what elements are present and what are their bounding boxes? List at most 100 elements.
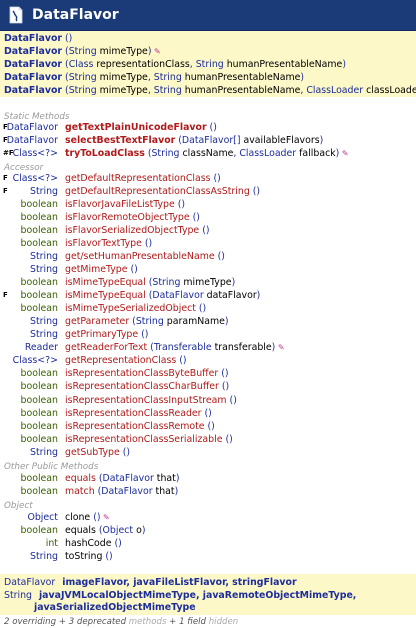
return-type: boolean <box>20 303 58 315</box>
method-params: () <box>90 512 101 523</box>
method-row[interactable]: boolean isRepresentationClassByteBuffer (… <box>0 367 416 380</box>
method-signature: isRepresentationClassCharBuffer () <box>65 380 229 393</box>
return-type: boolean <box>20 486 58 497</box>
method-signature: getTextPlainUnicodeFlavor () <box>65 121 217 134</box>
constructor-row[interactable]: DataFlavor (String mimeType) ✎ <box>4 45 161 58</box>
method-row[interactable]: boolean isMimeTypeEqual (DataFlavor dataF… <box>0 289 416 302</box>
separator: + <box>56 617 69 627</box>
method-name: hashCode <box>65 538 112 549</box>
field-row-dataflavor[interactable]: DataFlavor imageFlavor, javaFileListFlav… <box>4 576 297 589</box>
method-signature: getParameter (String paramName) <box>65 315 229 328</box>
method-row[interactable]: boolean isRepresentationClassInputStream … <box>0 394 416 407</box>
class-file-icon <box>9 6 23 24</box>
method-row[interactable]: DataFlavor getTextPlainUnicodeFlavor () <box>0 121 416 134</box>
method-row[interactable]: boolean isFlavorTextType () <box>0 237 416 250</box>
field-row-string-cont[interactable]: javaSerializedObjectMimeType <box>34 601 196 614</box>
method-params: (DataFlavor that) <box>94 486 179 497</box>
method-row[interactable]: String getSubType () <box>0 446 416 459</box>
method-row[interactable]: Reader getReaderForText (Transferable tra… <box>0 341 416 354</box>
method-params: () <box>201 407 212 419</box>
method-params: (Transferable transferable) <box>147 342 276 354</box>
method-row[interactable]: Class<?> getRepresentationClass () <box>0 354 416 367</box>
constructor-params: (Class representationClass, String human… <box>62 59 346 70</box>
method-signature: isRepresentationClassByteBuffer () <box>65 367 229 380</box>
method-params: () <box>195 303 207 315</box>
method-row[interactable]: boolean isRepresentationClassReader () <box>0 407 416 420</box>
method-row[interactable]: String get/setHumanPresentableName () <box>0 250 416 263</box>
method-name: isRepresentationClassInputStream <box>65 394 227 406</box>
method-row[interactable]: int hashCode () <box>0 537 416 550</box>
overriding-count: 2 overriding <box>4 617 57 627</box>
method-params: () <box>111 538 122 549</box>
method-signature: isRepresentationClassInputStream () <box>65 394 237 407</box>
method-params: (String mimeType) <box>145 277 236 289</box>
hidden-members-summary[interactable]: 2 overriding + 3 deprecated methods + 1 … <box>4 616 238 628</box>
method-name: equals <box>65 473 96 484</box>
return-type: boolean <box>20 238 58 250</box>
method-name: isMimeTypeSerializedObject <box>65 303 196 315</box>
method-row[interactable]: boolean isMimeTypeEqual (String mimeType) <box>0 276 416 289</box>
methods-word: methods <box>126 617 167 627</box>
return-type: String <box>30 264 58 276</box>
method-signature: isFlavorRemoteObjectType () <box>65 211 200 224</box>
method-signature: getDefaultRepresentationClass () <box>65 172 221 185</box>
return-type: int <box>45 538 58 549</box>
method-row[interactable]: boolean equals (DataFlavor that) <box>0 472 416 485</box>
method-row[interactable]: boolean isFlavorRemoteObjectType () <box>0 211 416 224</box>
method-row[interactable]: DataFlavor selectBestTextFlavor (DataFlav… <box>0 134 416 147</box>
return-type: String <box>30 446 58 458</box>
edit-icon: ✎ <box>275 343 285 353</box>
method-name: getTextPlainUnicodeFlavor <box>65 122 207 133</box>
method-row[interactable]: boolean isRepresentationClassCharBuffer (… <box>0 380 416 393</box>
method-row[interactable]: Class<?> getDefaultRepresentationClass () <box>0 172 416 185</box>
field-type: String <box>4 590 32 601</box>
method-name: isFlavorRemoteObjectType <box>65 212 190 224</box>
edit-icon: ✎ <box>100 513 110 522</box>
constructor-row[interactable]: DataFlavor (Class representationClass, S… <box>4 58 346 71</box>
method-row[interactable]: String getPrimaryType () <box>0 328 416 341</box>
hidden-word: hidden <box>206 617 239 627</box>
method-params: () <box>138 329 149 341</box>
method-row[interactable]: String getParameter (String paramName) <box>0 315 416 328</box>
method-row[interactable]: Class<?> tryToLoadClass (String className… <box>0 147 416 160</box>
constructor-row[interactable]: DataFlavor (String mimeType, String huma… <box>4 71 304 84</box>
method-signature: match (DataFlavor that) <box>65 485 178 498</box>
method-row[interactable]: boolean isFlavorSerializedObjectType () <box>0 224 416 237</box>
method-row[interactable]: String getDefaultRepresentationClassAsStr… <box>0 185 416 198</box>
method-row[interactable]: boolean isFlavorJavaFileListType () <box>0 198 416 211</box>
method-name: isRepresentationClassSerializable <box>65 433 223 445</box>
method-signature: isFlavorSerializedObjectType () <box>65 224 210 237</box>
constructor-params: (String mimeType, String humanPresentabl… <box>62 72 305 83</box>
method-row[interactable]: boolean isRepresentationClassRemote () <box>0 420 416 433</box>
method-signature: getReaderForText (Transferable transfera… <box>65 341 285 354</box>
method-row[interactable]: boolean match (DataFlavor that) <box>0 485 416 498</box>
method-params: () <box>127 264 138 276</box>
constructor-params: (String mimeType) <box>62 46 152 57</box>
method-row[interactable]: boolean equals (Object o) <box>0 524 416 537</box>
method-signature: getSubType () <box>65 446 130 459</box>
method-row[interactable]: Object clone () ✎ <box>0 511 416 524</box>
method-row[interactable]: boolean isRepresentationClassSerializable… <box>0 433 416 446</box>
field-type: DataFlavor <box>4 577 56 588</box>
constructor-row[interactable]: DataFlavor () <box>4 32 72 45</box>
return-type: DataFlavor <box>6 122 58 133</box>
method-signature: getMimeType () <box>65 263 138 276</box>
method-row[interactable]: String toString () <box>0 550 416 563</box>
method-params: (DataFlavor[] availableFlavors) <box>175 135 324 146</box>
method-signature: getDefaultRepresentationClassAsString () <box>65 185 260 198</box>
return-type: boolean <box>20 525 58 536</box>
method-name: isMimeTypeEqual <box>65 290 146 302</box>
method-name: getPrimaryType <box>65 329 139 341</box>
return-type: Object <box>27 512 58 523</box>
method-params: () <box>222 433 233 445</box>
return-type: String <box>30 251 58 263</box>
method-params: () <box>214 251 225 263</box>
constructor-name: DataFlavor <box>4 46 63 57</box>
constructor-row[interactable]: DataFlavor (String mimeType, String huma… <box>4 84 416 97</box>
method-name: getRepresentationClass <box>65 355 177 367</box>
method-row[interactable]: String getMimeType () <box>0 263 416 276</box>
method-row[interactable]: boolean isMimeTypeSerializedObject () <box>0 302 416 315</box>
return-type: String <box>30 329 58 341</box>
method-name: equals <box>65 525 96 536</box>
method-signature: isRepresentationClassSerializable () <box>65 433 233 446</box>
